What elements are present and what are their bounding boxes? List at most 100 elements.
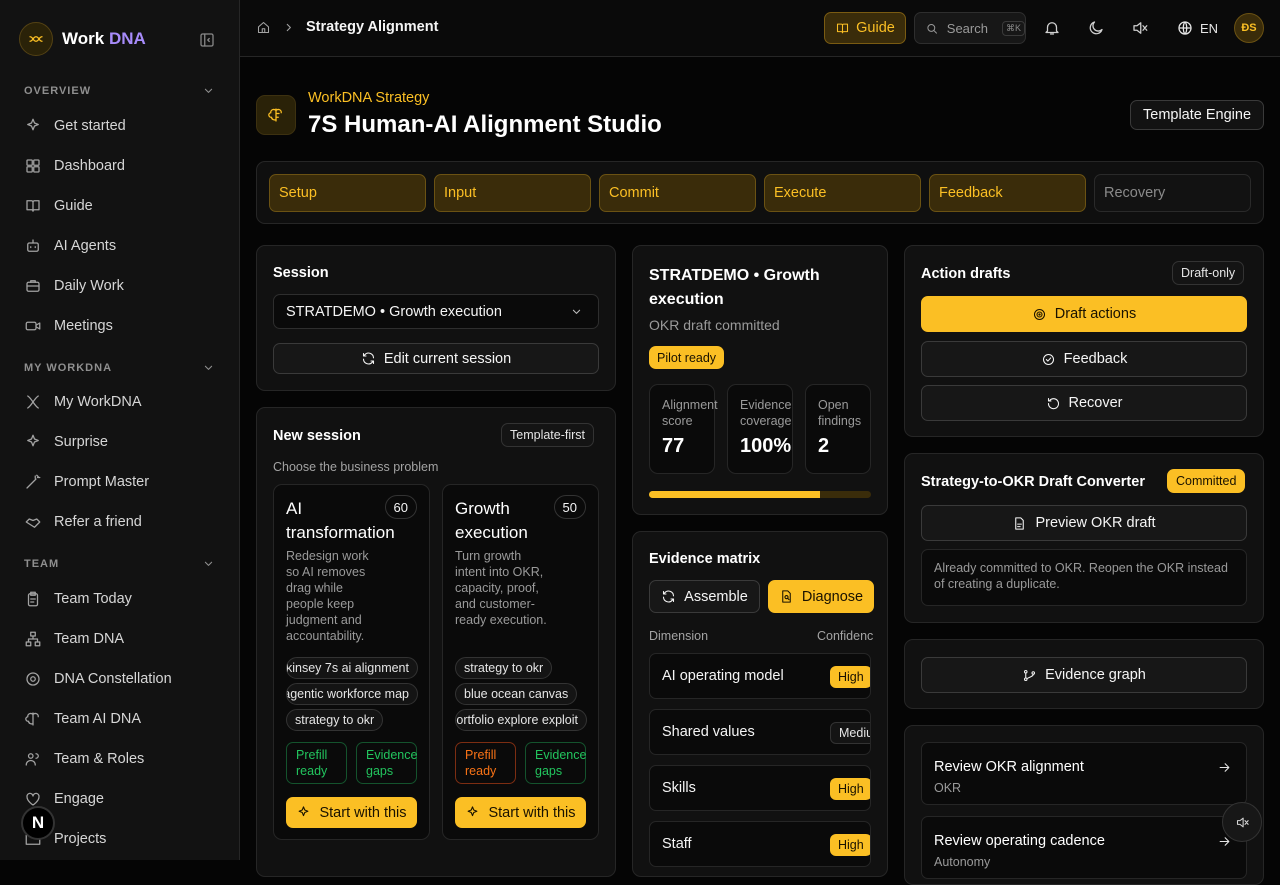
bell-icon[interactable] xyxy=(1043,19,1061,37)
template-chip[interactable]: strategy to okr xyxy=(455,657,553,679)
review-item[interactable]: Review operating cadence Autonomy xyxy=(921,816,1247,879)
metric-alignment-score: Alignment score 77 xyxy=(649,384,718,474)
action-drafts-card: Action drafts Draft-only Draft actions F… xyxy=(904,245,1264,437)
edit-session-button[interactable]: Edit current session xyxy=(273,343,599,374)
template-chip[interactable]: portfolio explore exploit xyxy=(455,709,587,731)
nav-dashboard[interactable]: Dashboard xyxy=(24,157,125,175)
start-with-this-button[interactable]: Start with this xyxy=(455,797,586,828)
evidence-row[interactable]: AI operating model High xyxy=(649,653,871,699)
step-feedback[interactable]: Feedback xyxy=(929,174,1086,212)
diagnose-button[interactable]: Diagnose xyxy=(768,580,874,613)
metric-evidence-coverage: Evidence coverage 100% xyxy=(727,384,793,474)
nav-daily-work[interactable]: Daily Work xyxy=(24,277,124,295)
avatar[interactable]: ĐS xyxy=(1234,13,1264,43)
home-icon[interactable] xyxy=(256,20,271,35)
nav-refer-a-friend[interactable]: Refer a friend xyxy=(24,513,142,531)
step-execute[interactable]: Execute xyxy=(764,174,921,212)
session-card: Session STRATDEMO • Growth execution Edi… xyxy=(256,245,616,391)
feedback-button[interactable]: Feedback xyxy=(921,341,1247,377)
template-chip[interactable]: strategy to okr xyxy=(286,709,384,731)
template-engine-button[interactable]: Template Engine xyxy=(1130,100,1265,130)
nav-get-started[interactable]: Get started xyxy=(24,117,126,135)
guide-button[interactable]: Guide xyxy=(824,12,906,44)
option-name: Growth execution xyxy=(455,499,528,542)
git-branch-icon xyxy=(1024,669,1036,681)
evidence-row[interactable]: Shared valuesMedium xyxy=(649,709,871,755)
prefill-ready-tag: Prefill ready xyxy=(455,742,516,784)
wand-icon xyxy=(26,474,41,489)
evidence-row[interactable]: Staff High xyxy=(649,821,871,867)
brand[interactable]: Work DNA xyxy=(19,22,146,56)
brand-logo-icon xyxy=(19,22,53,56)
draft-actions-button[interactable]: Draft actions xyxy=(921,296,1247,332)
refresh-icon xyxy=(663,590,675,603)
evidence-row[interactable]: Skills High xyxy=(649,765,871,811)
dna-icon xyxy=(27,395,39,409)
book-icon xyxy=(837,23,849,33)
brain-icon xyxy=(256,95,296,135)
option-card-growth-execution[interactable]: Growth execution 50 Turn growth intent i… xyxy=(442,484,599,840)
nav-my-workdna[interactable]: My WorkDNA xyxy=(24,393,142,411)
nav-team-dna[interactable]: Team DNA xyxy=(24,630,124,648)
nav-team-today[interactable]: Team Today xyxy=(24,590,132,608)
step-recovery[interactable]: Recovery xyxy=(1094,174,1251,212)
nav-guide[interactable]: Guide xyxy=(24,197,93,215)
progress-fill xyxy=(649,491,820,498)
n-badge[interactable]: N xyxy=(21,806,55,840)
start-with-this-button[interactable]: Start with this xyxy=(286,797,417,828)
sidebar: Work DNA OVERVIEW Get started Dashboard … xyxy=(0,0,240,860)
session-select[interactable]: STRATDEMO • Growth execution xyxy=(273,294,599,329)
step-input[interactable]: Input xyxy=(434,174,591,212)
chevron-down-icon xyxy=(204,88,213,93)
option-card-ai-transformation[interactable]: AI transformation 60 Redesign work so AI… xyxy=(273,484,430,840)
book-icon xyxy=(26,200,40,212)
section-team[interactable]: TEAM xyxy=(24,556,216,571)
option-description: Redesign work so AI removes drag while p… xyxy=(286,549,369,643)
preview-okr-draft-button[interactable]: Preview OKR draft xyxy=(921,505,1247,541)
converter-note: Already committed to OKR. Reopen the OKR… xyxy=(921,549,1247,606)
language-selector[interactable]: EN xyxy=(1176,19,1218,37)
breadcrumb-current: Strategy Alignment xyxy=(306,19,439,35)
dashboard-icon xyxy=(26,159,40,173)
option-score: 50 xyxy=(553,495,586,519)
nav-ai-agents[interactable]: AI Agents xyxy=(24,237,116,255)
evidence-graph-button[interactable]: Evidence graph xyxy=(921,657,1247,693)
breadcrumb: Strategy Alignment xyxy=(256,19,438,35)
handshake-icon xyxy=(25,518,41,528)
option-description: Turn growth intent into OKR, capacity, p… xyxy=(455,549,547,627)
file-icon xyxy=(1015,516,1025,530)
nav-team-roles[interactable]: Team & Roles xyxy=(24,750,144,768)
moon-icon[interactable] xyxy=(1087,19,1105,37)
nav-dna-constellation[interactable]: DNA Constellation xyxy=(24,670,172,688)
volume-mute-icon[interactable] xyxy=(1131,19,1149,37)
arrow-right-icon xyxy=(1219,763,1230,772)
committed-badge: Committed xyxy=(1167,469,1246,493)
session-title: Session xyxy=(273,265,329,281)
section-overview[interactable]: OVERVIEW xyxy=(24,83,216,98)
reviews-card: Review OKR alignment OKR Review operatin… xyxy=(904,725,1264,885)
sidebar-collapse-icon[interactable] xyxy=(198,31,216,49)
template-chip[interactable]: mckinsey 7s ai alignment xyxy=(286,657,418,679)
step-setup[interactable]: Setup xyxy=(269,174,426,212)
nav-team-ai-dna[interactable]: Team AI DNA xyxy=(24,710,141,728)
review-item[interactable]: Review OKR alignment OKR xyxy=(921,742,1247,805)
okr-converter-card: Strategy-to-OKR Draft Converter Committe… xyxy=(904,453,1264,623)
step-commit[interactable]: Commit xyxy=(599,174,756,212)
users-icon xyxy=(25,753,39,766)
template-chip[interactable]: ai agentic workforce map xyxy=(286,683,418,705)
clipboard-icon xyxy=(27,591,39,607)
check-circle-icon xyxy=(1042,353,1054,365)
nav-prompt-master[interactable]: Prompt Master xyxy=(24,473,149,491)
page-title: 7S Human-AI Alignment Studio xyxy=(308,111,662,138)
nav-surprise[interactable]: Surprise xyxy=(24,433,108,451)
search-input[interactable]: Search ⌘K xyxy=(914,12,1026,44)
recover-button[interactable]: Recover xyxy=(921,385,1247,421)
nav-meetings[interactable]: Meetings xyxy=(24,317,113,335)
page-kicker: WorkDNA Strategy xyxy=(308,90,430,106)
section-my-workdna[interactable]: MY WORKDNA xyxy=(24,360,216,375)
floating-mute-icon[interactable] xyxy=(1222,802,1262,842)
chevron-down-icon xyxy=(204,365,213,370)
template-chip[interactable]: blue ocean canvas xyxy=(455,683,578,705)
sparkles-icon xyxy=(27,118,39,131)
assemble-button[interactable]: Assemble xyxy=(649,580,760,613)
